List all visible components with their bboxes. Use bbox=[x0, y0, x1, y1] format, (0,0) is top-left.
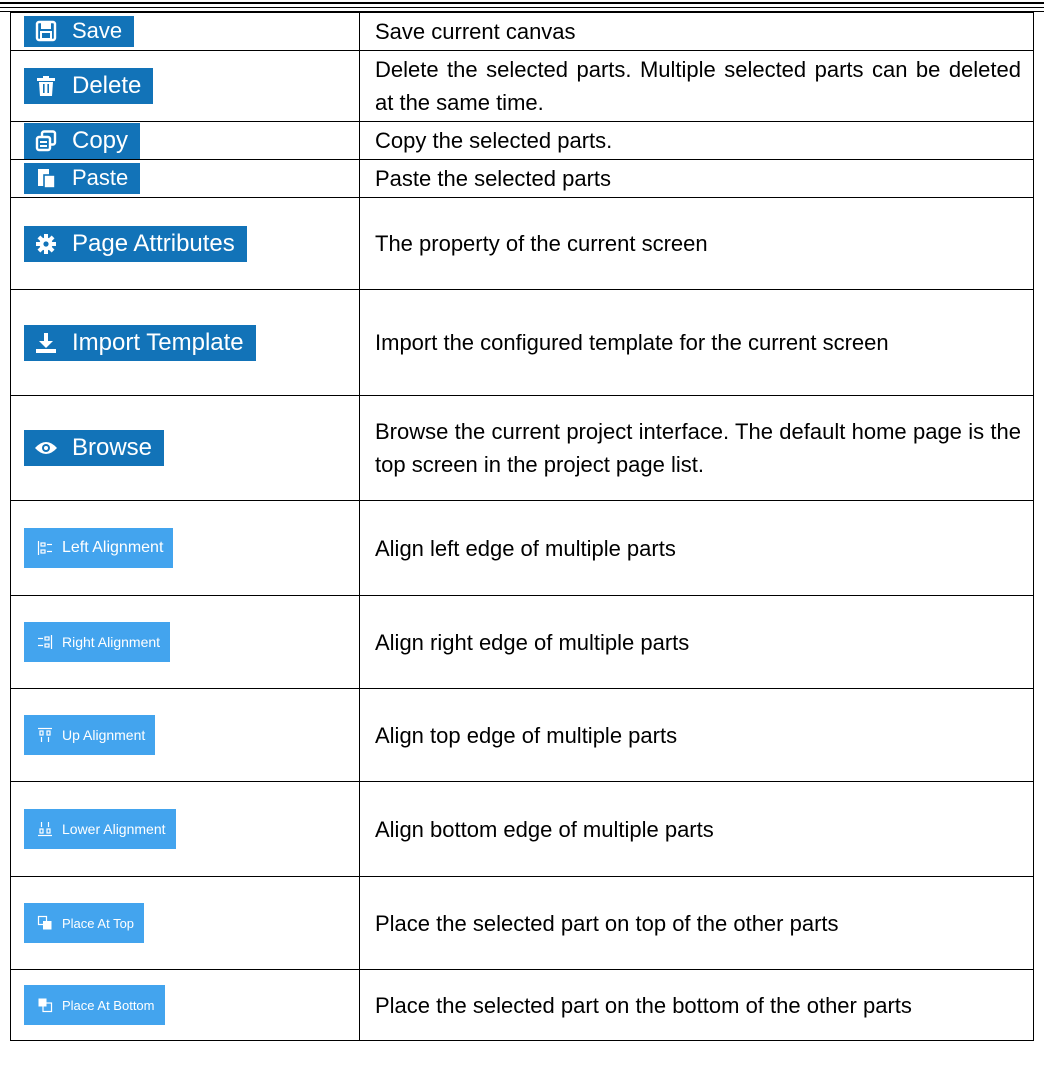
import-template-button[interactable]: Import Template bbox=[24, 324, 256, 361]
table-row: Lower Alignment Align bottom edge of mul… bbox=[10, 781, 1034, 877]
button-cell: Page Attributes bbox=[10, 197, 360, 290]
button-cell: Delete bbox=[10, 50, 360, 122]
align-top-icon bbox=[36, 727, 54, 743]
button-cell: Place At Bottom bbox=[10, 969, 360, 1041]
button-label: Copy bbox=[72, 126, 129, 154]
gear-icon bbox=[34, 233, 58, 255]
button-cell: Left Alignment bbox=[10, 500, 360, 596]
button-cell: Right Alignment bbox=[10, 595, 360, 689]
download-icon bbox=[34, 332, 58, 354]
trash-icon bbox=[34, 75, 58, 97]
button-cell: Up Alignment bbox=[10, 688, 360, 782]
lower-alignment-button[interactable]: Lower Alignment bbox=[24, 809, 176, 849]
copy-icon bbox=[34, 129, 58, 152]
description: Delete the selected parts. Multiple sele… bbox=[359, 50, 1034, 122]
button-label: Place At Bottom bbox=[62, 997, 155, 1013]
button-label: Browse bbox=[72, 434, 153, 461]
button-label: Up Alignment bbox=[62, 727, 146, 743]
button-cell: Copy bbox=[10, 121, 360, 160]
toolbar-reference-table: Save Save current canvas Delete Delete t… bbox=[10, 12, 1034, 1041]
button-cell: Save bbox=[10, 12, 360, 51]
place-at-top-button[interactable]: Place At Top bbox=[24, 903, 145, 943]
table-row: Delete Delete the selected parts. Multip… bbox=[10, 50, 1034, 122]
description: Align right edge of multiple parts bbox=[359, 595, 1034, 689]
right-alignment-button[interactable]: Right Alignment bbox=[24, 622, 171, 662]
button-label: Paste bbox=[72, 165, 129, 191]
paste-button[interactable]: Paste bbox=[24, 162, 141, 194]
save-icon bbox=[34, 20, 58, 42]
table-row: Copy Copy the selected parts. bbox=[10, 121, 1034, 160]
description: Copy the selected parts. bbox=[359, 121, 1034, 160]
eye-icon bbox=[34, 437, 58, 459]
description: Align top edge of multiple parts bbox=[359, 688, 1034, 782]
button-label: Lower Alignment bbox=[62, 821, 166, 837]
browse-button[interactable]: Browse bbox=[24, 430, 165, 466]
button-label: Right Alignment bbox=[62, 634, 161, 650]
paste-icon bbox=[34, 167, 58, 190]
description: Align left edge of multiple parts bbox=[359, 500, 1034, 596]
save-button[interactable]: Save bbox=[24, 15, 135, 47]
button-cell: Browse bbox=[10, 395, 360, 501]
page-attributes-button[interactable]: Page Attributes bbox=[24, 225, 247, 262]
bring-to-front-icon bbox=[36, 915, 54, 931]
left-alignment-button[interactable]: Left Alignment bbox=[24, 528, 174, 568]
description: Place the selected part on top of the ot… bbox=[359, 876, 1034, 970]
copy-button[interactable]: Copy bbox=[24, 122, 141, 159]
table-row: Save Save current canvas bbox=[10, 12, 1034, 51]
align-left-icon bbox=[36, 540, 54, 556]
table-row: Browse Browse the current project interf… bbox=[10, 395, 1034, 501]
table-row: Place At Bottom Place the selected part … bbox=[10, 969, 1034, 1041]
button-cell: Lower Alignment bbox=[10, 781, 360, 877]
description: Save current canvas bbox=[359, 12, 1034, 51]
delete-button[interactable]: Delete bbox=[24, 68, 154, 104]
button-label: Left Alignment bbox=[62, 539, 164, 556]
button-label: Page Attributes bbox=[72, 229, 235, 257]
table-row: Page Attributes The property of the curr… bbox=[10, 197, 1034, 290]
table-row: Import Template Import the configured te… bbox=[10, 289, 1034, 396]
description: Browse the current project interface. Th… bbox=[359, 395, 1034, 501]
align-bottom-icon bbox=[36, 821, 54, 837]
description: Import the configured template for the c… bbox=[359, 289, 1034, 396]
description: Place the selected part on the bottom of… bbox=[359, 969, 1034, 1041]
button-label: Delete bbox=[72, 72, 142, 99]
button-cell: Import Template bbox=[10, 289, 360, 396]
button-label: Save bbox=[72, 18, 123, 44]
table-row: Place At Top Place the selected part on … bbox=[10, 876, 1034, 970]
description: Align bottom edge of multiple parts bbox=[359, 781, 1034, 877]
description: Paste the selected parts bbox=[359, 159, 1034, 198]
table-row: Up Alignment Align top edge of multiple … bbox=[10, 688, 1034, 782]
description: The property of the current screen bbox=[359, 197, 1034, 290]
button-label: Import Template bbox=[72, 328, 244, 356]
button-cell: Paste bbox=[10, 159, 360, 198]
align-right-icon bbox=[36, 634, 54, 650]
table-row: Paste Paste the selected parts bbox=[10, 159, 1034, 198]
place-at-bottom-button[interactable]: Place At Bottom bbox=[24, 985, 165, 1025]
button-label: Place At Top bbox=[62, 915, 135, 931]
table-row: Left Alignment Align left edge of multip… bbox=[10, 500, 1034, 596]
send-to-back-icon bbox=[36, 997, 54, 1013]
button-cell: Place At Top bbox=[10, 876, 360, 970]
up-alignment-button[interactable]: Up Alignment bbox=[24, 715, 156, 755]
table-row: Right Alignment Align right edge of mult… bbox=[10, 595, 1034, 689]
